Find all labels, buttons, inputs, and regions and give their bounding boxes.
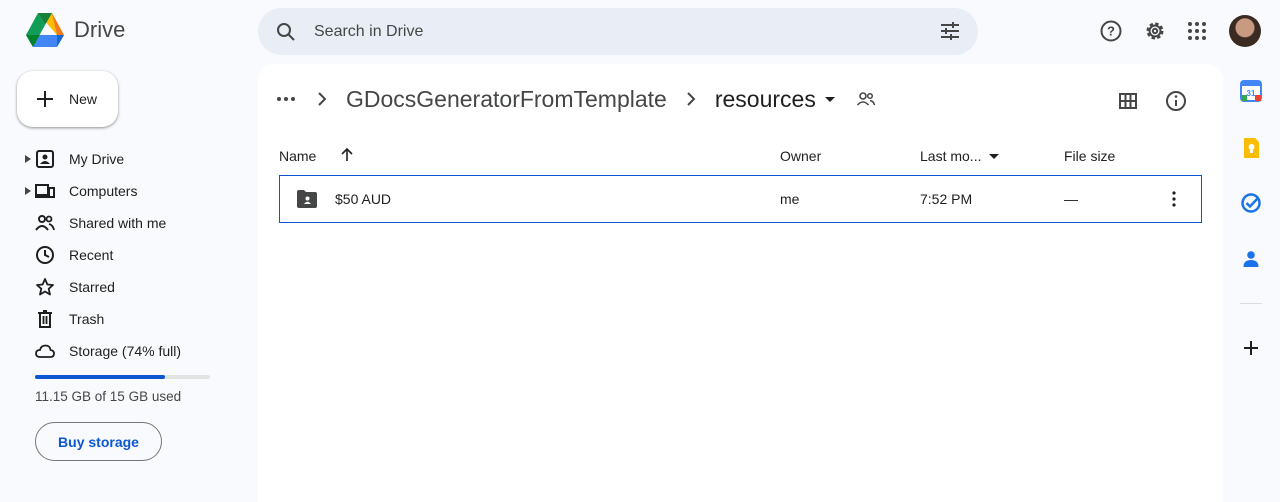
column-header-file-size[interactable]: File size: [1064, 148, 1115, 164]
clock-icon: [36, 246, 54, 264]
settings-gear-icon[interactable]: [1143, 19, 1167, 43]
sidebar-item-label: My Drive: [69, 151, 125, 167]
shared-folder-people-icon[interactable]: [856, 89, 876, 109]
app-name: Drive: [74, 17, 126, 42]
sidebar-nav: My Drive Computers Shared with me Recent…: [0, 143, 240, 367]
shared-folder-icon: [297, 190, 317, 208]
sidebar-item-storage[interactable]: Storage (74% full): [0, 335, 240, 367]
plus-icon: [37, 91, 53, 107]
sidebar-item-label: Starred: [69, 279, 115, 295]
file-owner: me: [780, 191, 800, 207]
storage-meter: [35, 375, 210, 379]
svg-text:?: ?: [1107, 24, 1115, 39]
chevron-right-icon: [687, 92, 696, 106]
new-button-label: New: [69, 91, 98, 107]
svg-text:31: 31: [1247, 89, 1256, 98]
computers-icon: [35, 184, 55, 198]
account-avatar[interactable]: [1229, 15, 1261, 47]
sidebar-item-my-drive[interactable]: My Drive: [0, 143, 240, 175]
column-header-last-modified[interactable]: Last mo...: [920, 148, 981, 164]
file-size: —: [1064, 191, 1078, 207]
sort-arrow-up-icon[interactable]: [339, 147, 355, 163]
sidebar-item-label: Trash: [69, 311, 105, 327]
table-row[interactable]: $50 AUD me 7:52 PM —: [279, 175, 1202, 223]
grid-view-icon[interactable]: [1116, 89, 1140, 113]
expand-caret-icon[interactable]: [25, 187, 31, 195]
caret-down-icon[interactable]: [820, 89, 840, 109]
sidebar-item-label: Computers: [69, 183, 138, 199]
sidebar-item-label: Storage (74% full): [69, 343, 182, 359]
trash-icon: [38, 310, 52, 328]
rail-divider: [1240, 303, 1262, 304]
cloud-icon: [35, 344, 55, 358]
drive-logo[interactable]: Drive: [26, 13, 125, 47]
search-bar[interactable]: [258, 8, 978, 55]
new-button[interactable]: New: [17, 71, 118, 127]
tasks-icon[interactable]: [1240, 192, 1262, 214]
shared-people-icon: [35, 215, 55, 231]
search-input[interactable]: [314, 22, 914, 41]
breadcrumb-parent-folder[interactable]: GDocsGeneratorFromTemplate: [346, 86, 667, 113]
file-last-modified: 7:52 PM: [920, 191, 973, 207]
file-name[interactable]: $50 AUD: [335, 191, 391, 207]
sidebar-item-recent[interactable]: Recent: [0, 239, 240, 271]
file-browser-panel: GDocsGeneratorFromTemplate resources Nam…: [258, 64, 1223, 502]
expand-caret-icon[interactable]: [25, 155, 31, 163]
sidebar-item-trash[interactable]: Trash: [0, 303, 240, 335]
column-header-name[interactable]: Name: [279, 148, 316, 164]
drive-logo-icon: [26, 13, 64, 47]
storage-meter-fill: [35, 375, 165, 379]
my-drive-icon: [36, 150, 54, 168]
star-icon: [36, 278, 54, 296]
more-horizontal-icon[interactable]: [274, 87, 298, 111]
keep-notes-icon[interactable]: [1240, 137, 1262, 159]
apps-grid-icon[interactable]: [1185, 19, 1209, 43]
sidebar-item-label: Recent: [69, 247, 114, 263]
more-vertical-icon[interactable]: [1164, 189, 1184, 209]
sidebar-item-starred[interactable]: Starred: [0, 271, 240, 303]
column-header-owner[interactable]: Owner: [780, 148, 821, 164]
breadcrumb-current-folder[interactable]: resources: [715, 86, 816, 113]
chevron-right-icon: [318, 92, 327, 106]
sidebar-item-computers[interactable]: Computers: [0, 175, 240, 207]
buy-storage-button[interactable]: Buy storage: [35, 422, 162, 461]
breadcrumb: GDocsGeneratorFromTemplate resources: [274, 85, 876, 113]
table-header: Name Owner Last mo... File size: [279, 140, 1202, 172]
calendar-icon[interactable]: 31: [1240, 80, 1262, 102]
help-icon[interactable]: ?: [1099, 19, 1123, 43]
caret-down-icon[interactable]: [987, 149, 1001, 163]
sidebar-item-label: Shared with me: [69, 215, 167, 231]
search-options-icon[interactable]: [938, 19, 962, 43]
storage-usage-text: 11.15 GB of 15 GB used: [35, 389, 182, 404]
contacts-icon[interactable]: [1240, 248, 1262, 270]
info-icon[interactable]: [1164, 89, 1188, 113]
sidebar-item-shared-with-me[interactable]: Shared with me: [0, 207, 240, 239]
search-icon[interactable]: [274, 20, 298, 44]
add-addon-plus-icon[interactable]: [1240, 337, 1262, 359]
